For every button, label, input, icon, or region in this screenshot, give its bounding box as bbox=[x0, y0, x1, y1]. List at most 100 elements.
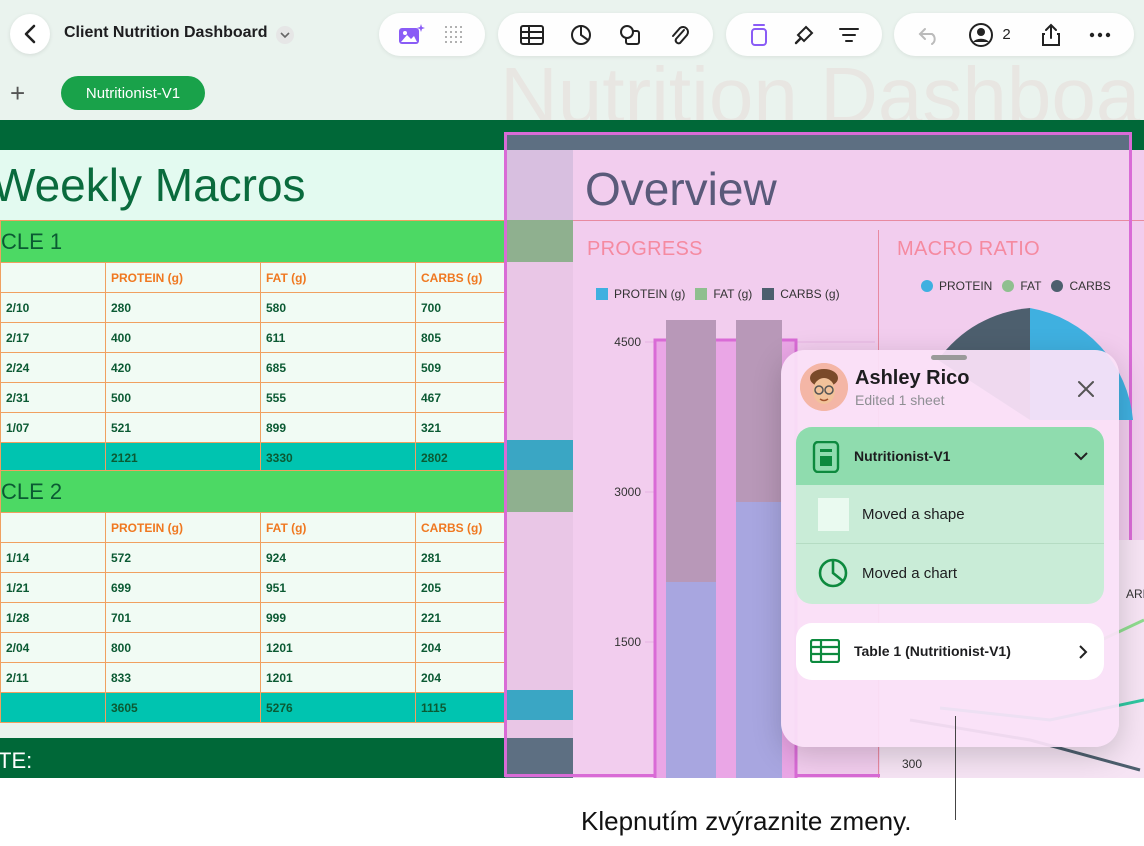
table-cell[interactable]: 281 bbox=[415, 542, 506, 573]
title-menu-button[interactable] bbox=[276, 26, 294, 44]
table-cell[interactable]: 1/21 bbox=[0, 572, 106, 603]
notes-row[interactable]: TE: bbox=[0, 738, 505, 778]
change-label-shape: Moved a shape bbox=[862, 506, 965, 523]
table-cell[interactable]: 1201 bbox=[260, 632, 416, 663]
table-row[interactable]: 2/04 800 1201 204 bbox=[0, 632, 506, 663]
notes-label: TE: bbox=[0, 748, 33, 773]
table-row[interactable]: 2/10 280 580 700 bbox=[0, 292, 506, 323]
total-cell[interactable] bbox=[0, 442, 106, 473]
collaboration-highlight-button[interactable] bbox=[745, 21, 773, 49]
table-cell[interactable]: 2/04 bbox=[0, 632, 106, 663]
table-cell[interactable]: 611 bbox=[260, 322, 416, 353]
table-cell[interactable]: 924 bbox=[260, 542, 416, 573]
total-cell[interactable]: 3330 bbox=[260, 442, 416, 473]
table-cell[interactable]: 321 bbox=[415, 412, 506, 443]
table-row[interactable]: 2/11 833 1201 204 bbox=[0, 662, 506, 693]
change-item-shape[interactable]: Moved a shape bbox=[796, 485, 1104, 544]
table-row[interactable]: 2/31 500 555 467 bbox=[0, 382, 506, 413]
macro-ratio-title: MACRO RATIO bbox=[897, 238, 1040, 260]
table-cell[interactable]: 280 bbox=[105, 292, 261, 323]
collaborators-button[interactable]: 2 bbox=[964, 21, 1016, 49]
table-cell[interactable]: 521 bbox=[105, 412, 261, 443]
table-cell[interactable]: 833 bbox=[105, 662, 261, 693]
bar-segment-1-0 bbox=[666, 320, 716, 582]
total-cell[interactable]: 3605 bbox=[105, 692, 261, 723]
table-row[interactable]: 1/14 572 924 281 bbox=[0, 542, 506, 573]
table-cell[interactable]: 204 bbox=[415, 632, 506, 663]
grid-button[interactable] bbox=[440, 21, 468, 49]
table-cell[interactable]: 699 bbox=[105, 572, 261, 603]
undo-button[interactable] bbox=[915, 21, 943, 49]
format-brush-button[interactable] bbox=[790, 21, 818, 49]
table-cell[interactable]: 509 bbox=[415, 352, 506, 383]
table-button[interactable] bbox=[518, 21, 546, 49]
table-cell[interactable]: 420 bbox=[105, 352, 261, 383]
attachment-button[interactable] bbox=[665, 21, 693, 49]
total-cell[interactable] bbox=[0, 692, 106, 723]
table-row[interactable]: 1/21 699 951 205 bbox=[0, 572, 506, 603]
back-button[interactable] bbox=[10, 14, 50, 54]
table-cell[interactable]: 1/28 bbox=[0, 602, 106, 633]
table-cell[interactable]: 951 bbox=[260, 572, 416, 603]
table-cell[interactable]: 500 bbox=[105, 382, 261, 413]
media-button[interactable] bbox=[397, 21, 425, 49]
document-title[interactable]: Client Nutrition Dashboard bbox=[64, 24, 268, 42]
total-cell[interactable]: 2121 bbox=[105, 442, 261, 473]
table-cell[interactable]: 1/14 bbox=[0, 542, 106, 573]
table-cell[interactable]: 700 bbox=[415, 292, 506, 323]
table-cell[interactable]: 555 bbox=[260, 382, 416, 413]
table-cell[interactable]: 2/10 bbox=[0, 292, 106, 323]
table-cell[interactable]: 2/11 bbox=[0, 662, 106, 693]
table-cell[interactable]: 999 bbox=[260, 602, 416, 633]
table-cell[interactable]: 467 bbox=[415, 382, 506, 413]
header-cell: CARBS (g) bbox=[415, 262, 506, 293]
chart-button[interactable] bbox=[567, 21, 595, 49]
table-link-button[interactable]: Table 1 (Nutritionist-V1) bbox=[796, 623, 1104, 680]
table-cell[interactable]: 221 bbox=[415, 602, 506, 633]
cycle1-table[interactable]: CLE 1 PROTEIN (g) FAT (g) CARBS (g) 2/10 280 5… bbox=[0, 220, 506, 473]
total-row[interactable]: 2121 3330 2802 bbox=[0, 442, 506, 473]
legend-ratio-carbs: CARBS bbox=[1051, 279, 1111, 293]
legend-carbs: CARBS (g) bbox=[762, 287, 840, 301]
table-row[interactable]: 2/24 420 685 509 bbox=[0, 352, 506, 383]
y-tick-label: 4500 bbox=[614, 335, 641, 349]
table-cell[interactable]: 701 bbox=[105, 602, 261, 633]
table-row[interactable]: 2/17 400 611 805 bbox=[0, 322, 506, 353]
actions-pill: 2 bbox=[894, 13, 1134, 56]
selection-handle-bar[interactable] bbox=[507, 135, 1129, 150]
cycle2-table[interactable]: CLE 2 PROTEIN (g) FAT (g) CARBS (g) 1/14 572 9… bbox=[0, 470, 506, 723]
shape-button[interactable] bbox=[616, 21, 644, 49]
line-tick-300: 300 bbox=[902, 757, 922, 771]
total-cell[interactable]: 2802 bbox=[415, 442, 506, 473]
popover-grabber[interactable] bbox=[931, 355, 967, 360]
total-cell[interactable]: 1115 bbox=[415, 692, 506, 723]
table-cell[interactable]: 800 bbox=[105, 632, 261, 663]
add-sheet-button[interactable]: + bbox=[10, 80, 25, 106]
table-cell[interactable]: 580 bbox=[260, 292, 416, 323]
table-cell[interactable]: 400 bbox=[105, 322, 261, 353]
more-button[interactable] bbox=[1086, 21, 1114, 49]
share-button[interactable] bbox=[1037, 21, 1065, 49]
close-button[interactable] bbox=[1069, 372, 1103, 406]
table-row[interactable]: 1/28 701 999 221 bbox=[0, 602, 506, 633]
table-row[interactable]: 1/07 521 899 321 bbox=[0, 412, 506, 443]
table-cell[interactable]: 204 bbox=[415, 662, 506, 693]
table-cell[interactable]: 572 bbox=[105, 542, 261, 573]
y-tick-label: 1500 bbox=[614, 635, 641, 649]
table-cell[interactable]: 899 bbox=[260, 412, 416, 443]
organize-button[interactable] bbox=[835, 21, 863, 49]
total-cell[interactable]: 5276 bbox=[260, 692, 416, 723]
sheet-changes-header[interactable]: Nutritionist-V1 bbox=[796, 427, 1104, 485]
sheet-tab-nutritionist-v1[interactable]: Nutritionist-V1 bbox=[61, 76, 205, 110]
table-cell[interactable]: 1201 bbox=[260, 662, 416, 693]
table-cell[interactable]: 685 bbox=[260, 352, 416, 383]
table-cell[interactable]: 1/07 bbox=[0, 412, 106, 443]
table-cell[interactable]: 2/31 bbox=[0, 382, 106, 413]
callout-caption: Klepnutím zvýraznite zmeny. bbox=[581, 806, 912, 836]
table-cell[interactable]: 805 bbox=[415, 322, 506, 353]
table-cell[interactable]: 2/24 bbox=[0, 352, 106, 383]
table-cell[interactable]: 205 bbox=[415, 572, 506, 603]
change-item-chart[interactable]: Moved a chart bbox=[796, 544, 1104, 603]
total-row[interactable]: 3605 5276 1115 bbox=[0, 692, 506, 723]
table-cell[interactable]: 2/17 bbox=[0, 322, 106, 353]
